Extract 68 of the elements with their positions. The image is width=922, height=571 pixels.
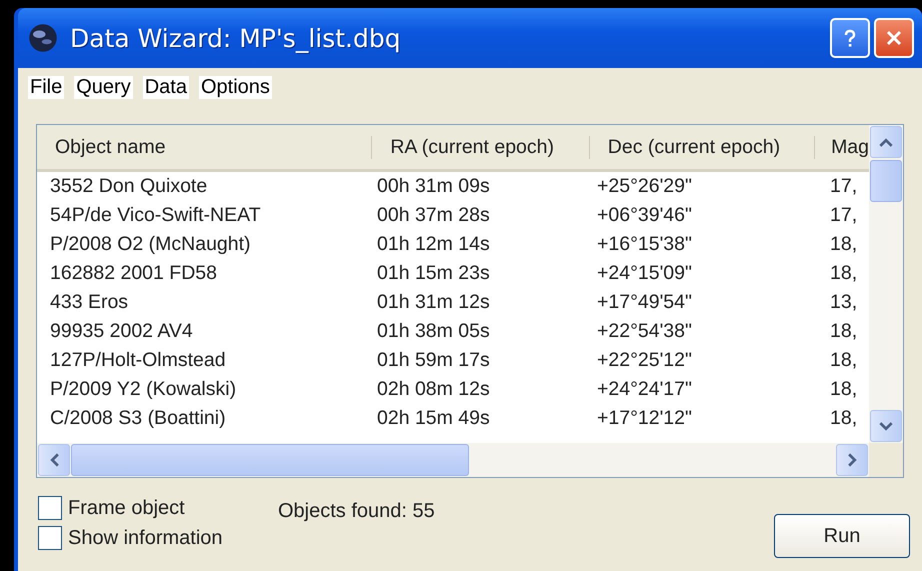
table-cell: 18, <box>830 349 858 372</box>
table-cell-text: +24°15'09" <box>597 262 693 285</box>
table-cell-text: P/2009 Y2 (Kowalski) <box>49 378 238 401</box>
table-cell-text: 433 Eros <box>49 291 130 314</box>
table-cell: 18, <box>830 320 858 343</box>
table-cell-text: 01h 38m 05s <box>377 320 491 343</box>
table-cell-text: 01h 59m 17s <box>377 349 491 372</box>
table-cell-text: +22°54'38" <box>597 320 693 343</box>
scroll-thumb[interactable] <box>71 444 469 476</box>
column-header[interactable]: RA (current epoch) <box>372 136 590 158</box>
close-icon <box>884 28 904 48</box>
chevron-right-icon <box>848 453 856 467</box>
table-cell-text: 02h 08m 12s <box>377 378 491 401</box>
table-cell-text: +22°25'12" <box>597 349 693 372</box>
menu-item[interactable]: Query <box>74 76 133 98</box>
scroll-right-button[interactable] <box>836 444 868 476</box>
table-cell-text: 162882 2001 FD58 <box>49 262 218 285</box>
checkbox[interactable] <box>38 496 62 520</box>
scrollbar-corner <box>869 443 903 477</box>
checkbox-label: Frame object <box>68 496 185 520</box>
table-cell: 17, <box>830 204 858 227</box>
table-cell: 18, <box>830 407 858 430</box>
menu-item[interactable]: Data <box>142 76 189 98</box>
chevron-down-icon <box>879 422 893 430</box>
table-cell-text: P/2008 O2 (McNaught) <box>49 233 252 256</box>
table-cell-text: +24°24'17" <box>597 378 693 401</box>
column-header[interactable]: Dec (current epoch) <box>590 136 816 158</box>
scroll-left-button[interactable] <box>38 444 70 476</box>
checkbox[interactable] <box>38 526 62 550</box>
table-cell-text: 00h 31m 09s <box>377 175 491 198</box>
checkbox-label: Show information <box>68 526 223 550</box>
chevron-left-icon <box>50 453 58 467</box>
chevron-up-icon <box>879 138 893 146</box>
scroll-thumb[interactable] <box>870 160 902 202</box>
column-header[interactable]: Object name <box>37 136 372 158</box>
table-cell: 18, <box>830 378 858 401</box>
horizontal-scrollbar[interactable] <box>37 443 903 477</box>
table-cell-text: C/2008 S3 (Boattini) <box>49 407 227 430</box>
table-cell: 18, <box>830 262 858 285</box>
table-cell-text: +17°49'54" <box>597 291 693 314</box>
table-cell-text: +06°39'46" <box>597 204 693 227</box>
vertical-scrollbar[interactable] <box>869 125 903 443</box>
scroll-up-button[interactable] <box>870 126 902 158</box>
run-button[interactable]: Run <box>774 514 910 558</box>
objects-found-count: Objects found: 55 <box>278 499 436 523</box>
column-header[interactable]: Mag <box>815 136 869 158</box>
scroll-down-button[interactable] <box>870 410 902 442</box>
table-cell-text: 02h 15m 49s <box>377 407 491 430</box>
close-button[interactable] <box>874 18 914 58</box>
table-cell-text: 01h 15m 23s <box>377 262 491 285</box>
table-cell-text: 01h 12m 14s <box>377 233 491 256</box>
table-cell-text: +25°26'29" <box>597 175 693 198</box>
table-cell-text: +17°12'12" <box>597 407 693 430</box>
table-cell: 18, <box>830 233 858 256</box>
window-title: Data Wizard: MP's_list.dbq <box>70 24 402 52</box>
table-cell-text: +16°15'38" <box>597 233 693 256</box>
table-cell: 17, <box>830 175 858 198</box>
table-cell-text: 54P/de Vico-Swift-NEAT <box>49 204 262 227</box>
menu-item[interactable]: File <box>28 76 64 98</box>
menu-item[interactable]: Options <box>198 76 272 98</box>
table-cell: 13, <box>830 291 858 314</box>
table-cell-text: 01h 31m 12s <box>377 291 491 314</box>
table-cell-text: 99935 2002 AV4 <box>49 320 194 343</box>
table-cell-text: 3552 Don Quixote <box>49 175 208 198</box>
help-button[interactable] <box>830 18 870 58</box>
globe-icon <box>28 23 58 53</box>
table-cell-text: 127P/Holt-Olmstead <box>49 349 227 372</box>
table-cell-text: 00h 37m 28s <box>377 204 491 227</box>
